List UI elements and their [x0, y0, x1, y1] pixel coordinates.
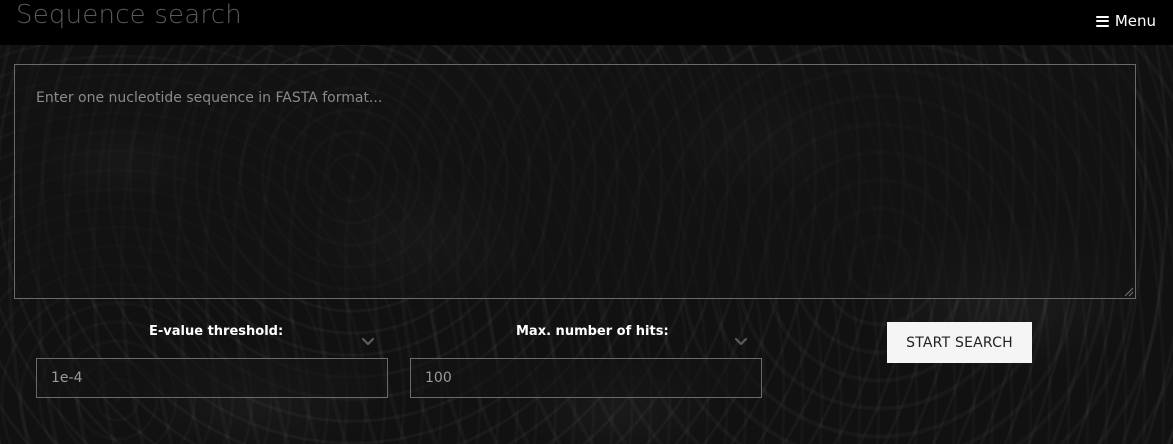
max-hits-input[interactable]: [410, 358, 762, 398]
evalue-input[interactable]: [36, 358, 388, 398]
sequence-input[interactable]: [14, 64, 1136, 299]
start-search-button[interactable]: START SEARCH: [887, 322, 1032, 363]
menu-button[interactable]: Menu: [1095, 12, 1156, 30]
menu-label: Menu: [1114, 12, 1156, 30]
top-bar: Sequence search Menu: [0, 0, 1173, 45]
resize-grip-icon[interactable]: [1122, 285, 1134, 297]
chevron-down-icon[interactable]: [361, 334, 375, 348]
chevron-down-icon[interactable]: [734, 334, 748, 348]
evalue-label: E-value threshold:: [149, 324, 284, 339]
max-hits-label: Max. number of hits:: [516, 324, 669, 339]
page-title: Sequence search: [16, 0, 242, 30]
hamburger-icon: [1095, 15, 1109, 27]
